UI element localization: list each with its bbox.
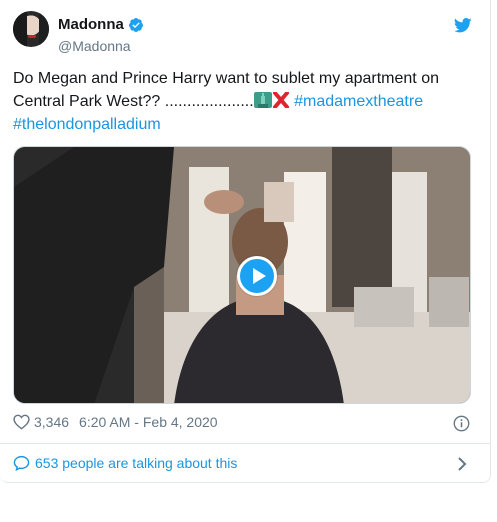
conversation-link[interactable]: 653 people are talking about this (13, 455, 237, 471)
chevron-right-icon[interactable] (457, 457, 467, 471)
like-count[interactable]: 3,346 (34, 414, 69, 430)
tweet-timestamp[interactable]: 6:20 AM - Feb 4, 2020 (79, 414, 218, 430)
cross-mark-emoji-icon (272, 92, 289, 108)
twitter-bird-icon[interactable] (454, 18, 472, 33)
hashtag-madamextheatre[interactable]: #madamextheatre (294, 93, 423, 110)
tweet-card: Madonna @Madonna Do Megan and Prince Har… (0, 0, 491, 483)
divider (0, 443, 491, 444)
speech-bubble-icon (13, 455, 30, 471)
author-name-row[interactable]: Madonna (58, 16, 144, 33)
tweet-text: Do Megan and Prince Harry want to sublet… (13, 67, 483, 136)
tweet-meta: 3,346 6:20 AM - Feb 4, 2020 (13, 414, 218, 430)
statue-of-liberty-emoji-icon (253, 92, 272, 108)
info-icon[interactable] (453, 415, 470, 432)
play-button[interactable] (237, 256, 277, 296)
verified-badge-icon (128, 17, 143, 32)
conversation-text[interactable]: 653 people are talking about this (35, 455, 237, 471)
heart-icon[interactable] (13, 414, 30, 430)
avatar[interactable] (13, 11, 49, 47)
author-handle[interactable]: @Madonna (58, 38, 131, 54)
author-name[interactable]: Madonna (58, 16, 124, 33)
hashtag-thelondonpalladium[interactable]: #thelondonpalladium (13, 116, 161, 133)
play-icon (253, 268, 266, 284)
video-media[interactable] (13, 146, 471, 404)
